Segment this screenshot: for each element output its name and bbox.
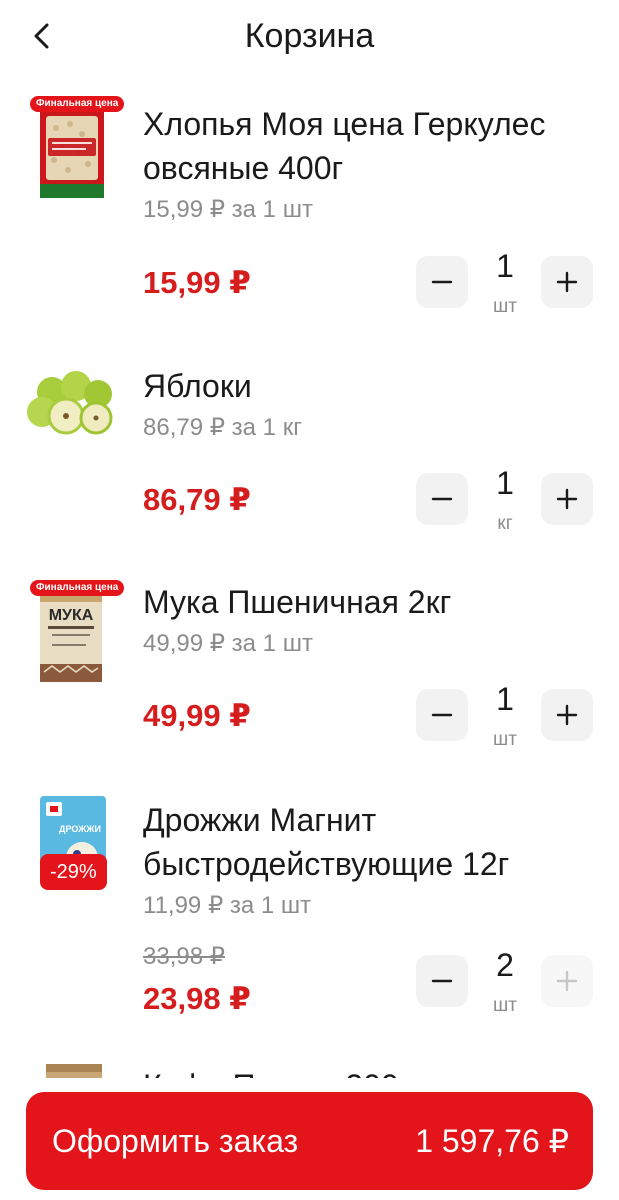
increase-quantity-button[interactable]: [541, 689, 593, 741]
minus-icon: [431, 979, 453, 983]
unit-price: 15,99 ₽ за 1 шт: [143, 196, 313, 223]
item-price: 86,79 ₽: [143, 482, 251, 517]
green-apples-image: [27, 371, 113, 435]
plus-icon: [556, 488, 578, 510]
yeast-package-label: ДРОЖЖИ: [59, 824, 101, 834]
product-name[interactable]: Кофе Паулиг 200: [143, 1064, 399, 1078]
quantity-unit: шт: [493, 729, 517, 750]
page-title: Корзина: [244, 17, 375, 55]
old-price: 33,98 ₽: [143, 943, 225, 970]
cart-list: Корзина Финальная цена Хлопья Моя цена Г…: [0, 0, 619, 1078]
minus-icon: [431, 497, 453, 501]
item-price: 23,98 ₽: [143, 981, 251, 1016]
product-image[interactable]: [22, 1064, 122, 1078]
product-name[interactable]: Яблоки: [143, 364, 598, 408]
decrease-quantity-button[interactable]: [416, 689, 468, 741]
flour-package-image: МУКА: [40, 592, 102, 682]
plus-icon: [556, 970, 578, 992]
header: Корзина: [0, 0, 619, 72]
product-name[interactable]: Мука Пшеничная 2кг: [143, 580, 598, 624]
item-price: 15,99 ₽: [143, 265, 251, 300]
product-image[interactable]: МУКА: [22, 582, 122, 682]
product-image[interactable]: [22, 98, 122, 198]
quantity-value: 1: [496, 248, 514, 284]
cart-item: ДРОЖЖИ -29% Дрожжи Магнит быстродействую…: [0, 796, 619, 1036]
cart-item: Финальная цена Хлопья Моя цена Геркулес …: [0, 92, 619, 324]
product-name[interactable]: Дрожжи Магнит быстродействующие 12г: [143, 798, 598, 886]
quantity-unit: шт: [493, 995, 517, 1016]
plus-icon: [556, 704, 578, 726]
oat-flakes-package-image: [40, 106, 104, 198]
unit-price: 49,99 ₽ за 1 шт: [143, 630, 313, 657]
product-name[interactable]: Хлопья Моя цена Геркулес овсяные 400г: [143, 102, 598, 190]
cart-item-partial: Кофе Паулиг 200: [0, 1060, 619, 1078]
final-price-badge: Финальная цена: [30, 96, 125, 112]
coffee-package-image: [46, 1064, 102, 1078]
discount-badge: -29%: [40, 854, 107, 890]
quantity-unit: шт: [493, 296, 517, 317]
increase-quantity-button[interactable]: [541, 473, 593, 525]
item-price: 49,99 ₽: [143, 698, 251, 733]
product-image[interactable]: [22, 356, 122, 456]
cart-item: МУКА Финальная цена Мука Пшеничная 2кг 4…: [0, 576, 619, 768]
quantity-value: 1: [496, 681, 514, 717]
final-price-badge: Финальная цена: [30, 580, 125, 596]
decrease-quantity-button[interactable]: [416, 256, 468, 308]
checkout-label: Оформить заказ: [52, 1123, 299, 1159]
svg-text:МУКА: МУКА: [49, 607, 94, 624]
unit-price: 86,79 ₽ за 1 кг: [143, 414, 302, 441]
decrease-quantity-button[interactable]: [416, 473, 468, 525]
increase-quantity-button-disabled[interactable]: [541, 955, 593, 1007]
quantity-unit: кг: [497, 513, 513, 534]
quantity-value: 2: [496, 947, 514, 983]
unit-price: 11,99 ₽ за 1 шт: [143, 892, 312, 919]
checkout-total: 1 597,76 ₽: [415, 1123, 569, 1159]
quantity-value: 1: [496, 465, 514, 501]
cart-item: Яблоки 86,79 ₽ за 1 кг 86,79 ₽ 1 кг: [0, 356, 619, 550]
increase-quantity-button[interactable]: [541, 256, 593, 308]
minus-icon: [431, 713, 453, 717]
plus-icon: [556, 271, 578, 293]
decrease-quantity-button[interactable]: [416, 955, 468, 1007]
checkout-button[interactable]: Оформить заказ 1 597,76 ₽: [26, 1092, 593, 1190]
minus-icon: [431, 280, 453, 284]
